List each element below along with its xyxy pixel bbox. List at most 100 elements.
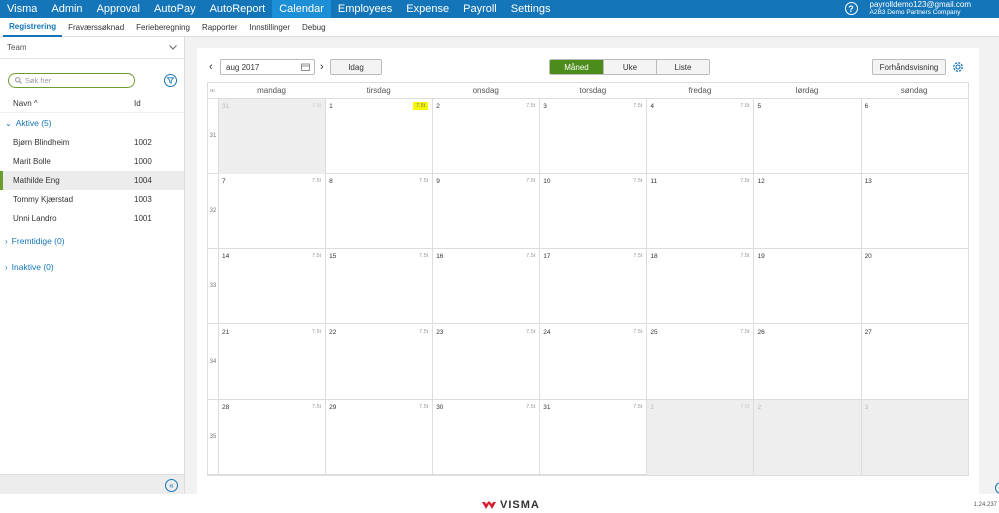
day-hours: 7.5t: [413, 102, 429, 110]
day-number: 22: [329, 328, 337, 336]
day-cell[interactable]: 19: [753, 249, 860, 325]
next-month-button[interactable]: ›: [320, 61, 324, 73]
tab-rapporter[interactable]: Rapporter: [196, 18, 244, 37]
day-cell[interactable]: 2: [753, 399, 861, 475]
day-cell[interactable]: 21 7.5t: [218, 324, 325, 400]
day-cell[interactable]: 24 7.5t: [539, 324, 646, 400]
day-cell[interactable]: 22 7.5t: [325, 324, 432, 400]
day-cell[interactable]: 9 7.5t: [432, 174, 539, 250]
day-cell[interactable]: 18 7.5t: [646, 249, 753, 325]
help-widget-button[interactable]: [995, 482, 999, 494]
tab-ferieberegning[interactable]: Ferieberegning: [130, 18, 196, 37]
employee-row[interactable]: Marit Bolle 1000: [0, 152, 184, 171]
day-cell[interactable]: 2 7.5t: [432, 99, 539, 174]
day-cell[interactable]: 17 7.5t: [539, 249, 646, 325]
day-cell[interactable]: 15 7.5t: [325, 249, 432, 325]
group-future[interactable]: › Fremtidige (0): [0, 231, 184, 251]
day-cell[interactable]: 28 7.5t: [218, 399, 325, 475]
column-header-id[interactable]: Id: [134, 99, 141, 108]
day-cell[interactable]: 4 7.5t: [646, 99, 753, 174]
day-cell[interactable]: 1 7.5t: [325, 99, 432, 174]
day-cell[interactable]: 6: [860, 99, 968, 174]
employee-id: 1004: [134, 176, 152, 185]
day-cell[interactable]: 10 7.5t: [539, 174, 646, 250]
view-måned-button[interactable]: Måned: [550, 60, 603, 74]
nav-item-calendar[interactable]: Calendar: [272, 0, 331, 18]
day-cell[interactable]: 26: [753, 324, 860, 400]
employee-row[interactable]: Tommy Kjærstad 1003: [0, 190, 184, 209]
help-icon[interactable]: ?: [844, 2, 858, 15]
week-number: 34: [209, 358, 217, 365]
day-number: 2: [436, 103, 440, 110]
column-header-name[interactable]: Navn ^: [13, 99, 134, 108]
view-liste-button[interactable]: Liste: [656, 60, 709, 74]
nav-item-approval[interactable]: Approval: [90, 0, 147, 18]
tab-debug[interactable]: Debug: [296, 18, 332, 37]
search-input[interactable]: Søk her: [8, 72, 135, 88]
nav-item-settings[interactable]: Settings: [504, 0, 558, 18]
gear-icon[interactable]: [951, 60, 965, 74]
nav-item-admin[interactable]: Admin: [44, 0, 89, 18]
day-hours: 7.5t: [633, 403, 643, 410]
nav-item-autopay[interactable]: AutoPay: [147, 0, 203, 18]
group-inactive-label: Inaktive (0): [11, 262, 54, 272]
user-menu[interactable]: payrolldemo123@gmail.com A2B3 Demo Partne…: [870, 0, 999, 18]
tab-registrering[interactable]: Registrering: [3, 18, 63, 37]
day-cell[interactable]: 31 7.5t: [218, 99, 326, 174]
day-number: 25: [650, 328, 658, 336]
day-cell[interactable]: 11 7.5t: [646, 174, 753, 250]
day-cell[interactable]: 14 7.5t: [218, 249, 325, 325]
day-number: 18: [650, 253, 658, 261]
today-button[interactable]: Idag: [330, 59, 382, 75]
day-cell[interactable]: 23 7.5t: [432, 324, 539, 400]
previous-month-button[interactable]: ‹: [209, 61, 213, 73]
day-cell[interactable]: 1 7.5t: [646, 399, 754, 475]
month-picker-input[interactable]: aug 2017: [220, 59, 315, 75]
day-cell[interactable]: 30 7.5t: [432, 399, 539, 475]
day-cell[interactable]: 8 7.5t: [325, 174, 432, 250]
day-number: 7: [222, 178, 226, 186]
day-cell[interactable]: 25 7.5t: [646, 324, 753, 400]
nav-item-autoreport[interactable]: AutoReport: [203, 0, 273, 18]
day-number: 3: [543, 103, 547, 110]
day-cell[interactable]: 31 7.5t: [539, 399, 646, 475]
day-cell[interactable]: 7 7.5t: [218, 174, 325, 250]
employee-row[interactable]: Bjørn Blindheim 1002: [0, 133, 184, 152]
employee-row[interactable]: Mathilde Eng 1004: [0, 171, 184, 190]
day-cell[interactable]: 5: [753, 99, 860, 174]
day-cell[interactable]: 27: [860, 324, 968, 400]
calendar-icon[interactable]: [301, 63, 310, 71]
day-cell[interactable]: 12: [753, 174, 860, 250]
app-logo-link[interactable]: Visma: [0, 0, 44, 18]
filter-button[interactable]: [164, 73, 177, 87]
day-cell[interactable]: 29 7.5t: [325, 399, 432, 475]
team-dropdown[interactable]: Team: [0, 37, 184, 59]
day-cell[interactable]: 20: [860, 249, 968, 325]
day-number: 29: [329, 403, 337, 411]
day-cell[interactable]: 3: [860, 399, 968, 475]
nav-item-payroll[interactable]: Payroll: [456, 0, 504, 18]
tab-innstillinger[interactable]: Innstillinger: [244, 18, 296, 37]
group-active[interactable]: ⌄ Aktive (5): [0, 113, 184, 133]
nav-item-employees[interactable]: Employees: [331, 0, 399, 18]
day-hours: 7.5t: [419, 328, 429, 335]
day-cell[interactable]: 3 7.5t: [539, 99, 646, 174]
day-cell[interactable]: 13: [860, 174, 968, 250]
day-number: 2: [757, 403, 762, 411]
tab-fraværssøknad[interactable]: Fraværssøknad: [62, 18, 130, 37]
chevron-right-icon: ›: [5, 236, 8, 246]
collapse-sidebar-button[interactable]: «: [165, 479, 178, 492]
weekday-header-søndag: søndag: [900, 86, 928, 95]
day-hours: 7.5t: [311, 103, 322, 109]
preview-button[interactable]: Forhåndsvisning: [872, 59, 946, 75]
day-hours: 7.5t: [633, 328, 643, 335]
search-placeholder: Søk her: [25, 75, 52, 85]
view-uke-button[interactable]: Uke: [603, 60, 656, 74]
day-cell[interactable]: 16 7.5t: [432, 249, 539, 325]
nav-item-expense[interactable]: Expense: [399, 0, 456, 18]
weekday-header-tirsdag: tirsdag: [366, 86, 391, 95]
day-number: 31: [543, 403, 551, 411]
employee-row[interactable]: Unni Landro 1001: [0, 209, 184, 228]
group-inactive[interactable]: › Inaktive (0): [0, 257, 184, 277]
day-hours: 7.5t: [419, 178, 429, 185]
